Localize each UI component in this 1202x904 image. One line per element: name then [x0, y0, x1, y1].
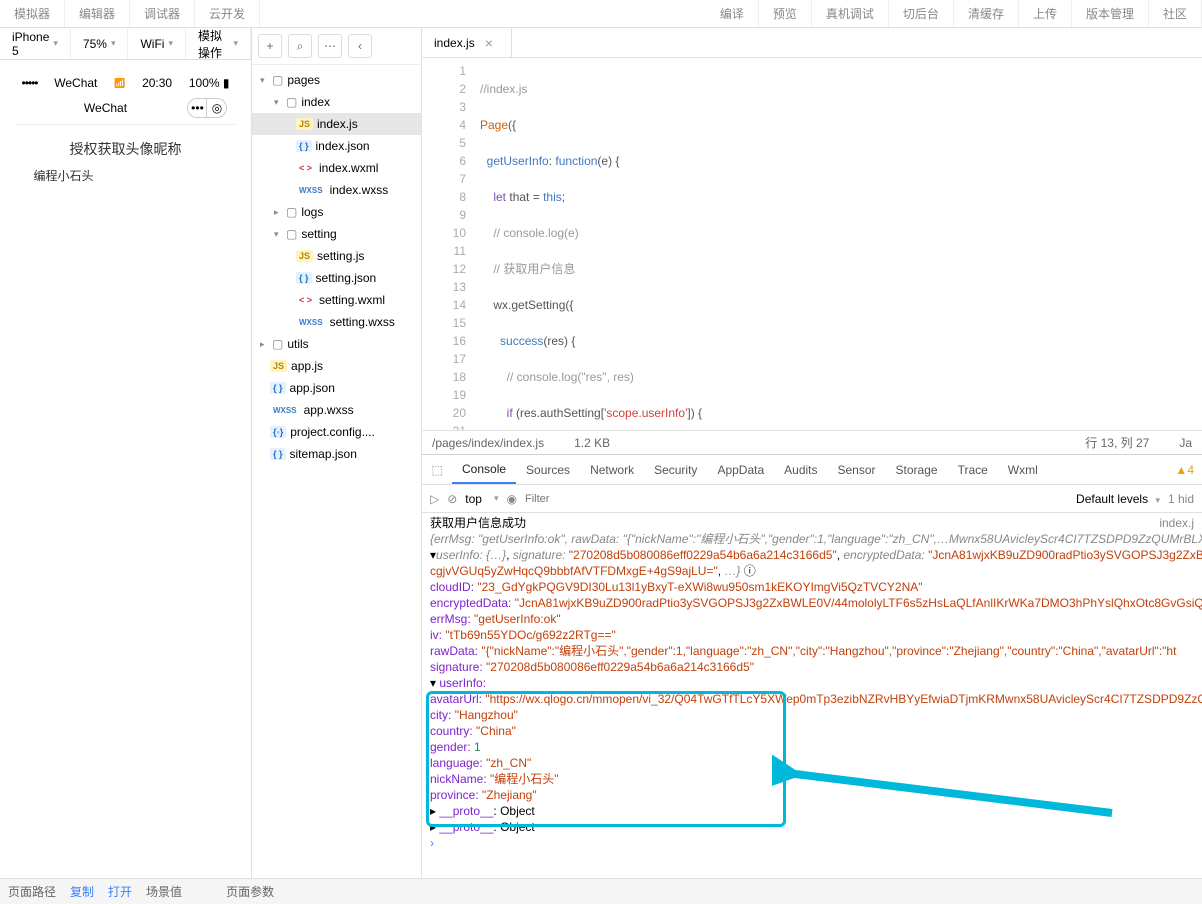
- file-size: 1.2 KB: [574, 436, 610, 450]
- bottom-bar: 页面路径 复制 打开 场景值 页面参数: [0, 878, 1202, 904]
- code-editor[interactable]: 1234567891011121314151617181920212223 //…: [422, 58, 1202, 430]
- copy-link[interactable]: 复制: [70, 883, 94, 900]
- open-link[interactable]: 打开: [108, 883, 132, 900]
- tab-console[interactable]: Console: [452, 455, 516, 484]
- close-tab-icon[interactable]: ×: [485, 35, 493, 51]
- file-project-config[interactable]: {◦}project.config....: [252, 421, 421, 443]
- file-setting-js[interactable]: JSsetting.js: [252, 245, 421, 267]
- simulator-screen: ••••• WeChat📶 20:30 100% ▮ WeChat ••• ◎ …: [16, 74, 236, 198]
- add-file-button[interactable]: +: [258, 34, 282, 58]
- menu-debugger[interactable]: 调试器: [130, 0, 195, 27]
- page-text: 编程小石头: [30, 167, 222, 184]
- menu-background[interactable]: 切后台: [889, 0, 954, 27]
- file-index-wxss[interactable]: WXSSindex.wxss: [252, 179, 421, 201]
- line-gutter: 1234567891011121314151617181920212223: [422, 58, 480, 430]
- clear-console-icon[interactable]: ⊘: [447, 492, 457, 506]
- menu-community[interactable]: 社区: [1149, 0, 1202, 27]
- bottom-scene: 场景值: [146, 883, 182, 900]
- device-select[interactable]: iPhone 5▾: [0, 28, 71, 59]
- signal-icon: •••••: [22, 76, 38, 90]
- zoom-select[interactable]: 75%▾: [71, 28, 129, 59]
- menu-simulator[interactable]: 模拟器: [0, 0, 65, 27]
- hidden-count: 1 hid: [1168, 492, 1194, 506]
- cursor-position: 行 13, 列 27: [1085, 434, 1149, 451]
- folder-setting[interactable]: ▾▢setting: [252, 223, 421, 245]
- levels-select[interactable]: Default levels ▾: [1076, 492, 1160, 506]
- hide-button[interactable]: ‹: [348, 34, 372, 58]
- page-title: 授权获取头像昵称: [30, 139, 222, 159]
- console-output[interactable]: 获取用户信息成功index.j {errMsg: "getUserInfo:ok…: [422, 513, 1202, 878]
- menu-editor[interactable]: 编辑器: [65, 0, 130, 27]
- target-icon[interactable]: ◎: [207, 98, 227, 118]
- file-setting-wxml[interactable]: < >setting.wxml: [252, 289, 421, 311]
- time-label: 20:30: [142, 76, 172, 90]
- file-index-wxml[interactable]: < >index.wxml: [252, 157, 421, 179]
- tab-trace[interactable]: Trace: [948, 455, 998, 484]
- file-app-json[interactable]: { }app.json: [252, 377, 421, 399]
- file-app-js[interactable]: JSapp.js: [252, 355, 421, 377]
- menu-clear-cache[interactable]: 清缓存: [954, 0, 1019, 27]
- tab-audits[interactable]: Audits: [774, 455, 827, 484]
- inspect-icon[interactable]: ⬚: [422, 455, 452, 484]
- file-app-wxss[interactable]: WXSSapp.wxss: [252, 399, 421, 421]
- tab-appdata[interactable]: AppData: [707, 455, 774, 484]
- app-title: WeChat: [84, 101, 127, 115]
- tab-sensor[interactable]: Sensor: [828, 455, 886, 484]
- tab-storage[interactable]: Storage: [886, 455, 948, 484]
- context-select[interactable]: top: [465, 492, 482, 506]
- source-link[interactable]: index.j: [1159, 515, 1194, 531]
- warnings-badge[interactable]: ▲ 4: [1175, 463, 1194, 477]
- tab-network[interactable]: Network: [580, 455, 644, 484]
- wifi-select[interactable]: WiFi▾: [128, 28, 186, 59]
- file-setting-json[interactable]: { }setting.json: [252, 267, 421, 289]
- folder-utils[interactable]: ▸▢utils: [252, 333, 421, 355]
- menu-upload[interactable]: 上传: [1019, 0, 1072, 27]
- bottom-params: 页面参数: [226, 883, 274, 900]
- bottom-path: 页面路径: [8, 883, 56, 900]
- editor-status-bar: /pages/index/index.js 1.2 KB 行 13, 列 27 …: [422, 430, 1202, 454]
- filter-input[interactable]: [525, 493, 1068, 505]
- tab-index-js[interactable]: index.js×: [422, 28, 512, 57]
- file-index-json[interactable]: { }index.json: [252, 135, 421, 157]
- menu-cloud[interactable]: 云开发: [195, 0, 260, 27]
- tab-wxml[interactable]: Wxml: [998, 455, 1048, 484]
- menu-preview[interactable]: 预览: [759, 0, 812, 27]
- tab-sources[interactable]: Sources: [516, 455, 580, 484]
- folder-logs[interactable]: ▸▢logs: [252, 201, 421, 223]
- search-button[interactable]: ⌕: [288, 34, 312, 58]
- menu-compile[interactable]: 编译: [706, 0, 759, 27]
- file-sitemap[interactable]: { }sitemap.json: [252, 443, 421, 465]
- file-setting-wxss[interactable]: WXSSsetting.wxss: [252, 311, 421, 333]
- more-button[interactable]: ⋯: [318, 34, 342, 58]
- file-index-js[interactable]: JSindex.js: [252, 113, 421, 135]
- folder-pages[interactable]: ▾▢pages: [252, 69, 421, 91]
- carrier-label: WeChat: [54, 76, 97, 90]
- menu-remote[interactable]: 真机调试: [812, 0, 889, 27]
- folder-index[interactable]: ▾▢index: [252, 91, 421, 113]
- step-icon[interactable]: ▷: [430, 492, 439, 506]
- menu-version[interactable]: 版本管理: [1072, 0, 1149, 27]
- eye-icon[interactable]: ◉: [507, 492, 517, 506]
- file-tree: ▾▢pages ▾▢index JSindex.js { }index.json…: [252, 65, 421, 469]
- file-path: /pages/index/index.js: [432, 436, 544, 450]
- top-menu: 模拟器 编辑器 调试器 云开发 编译 预览 真机调试 切后台 清缓存 上传 版本…: [0, 0, 1202, 28]
- tab-security[interactable]: Security: [644, 455, 707, 484]
- more-icon[interactable]: •••: [187, 98, 207, 118]
- log-message: 获取用户信息成功: [430, 516, 526, 530]
- simops-select[interactable]: 模拟操作▾: [186, 28, 251, 59]
- battery-label: 100% ▮: [189, 76, 230, 90]
